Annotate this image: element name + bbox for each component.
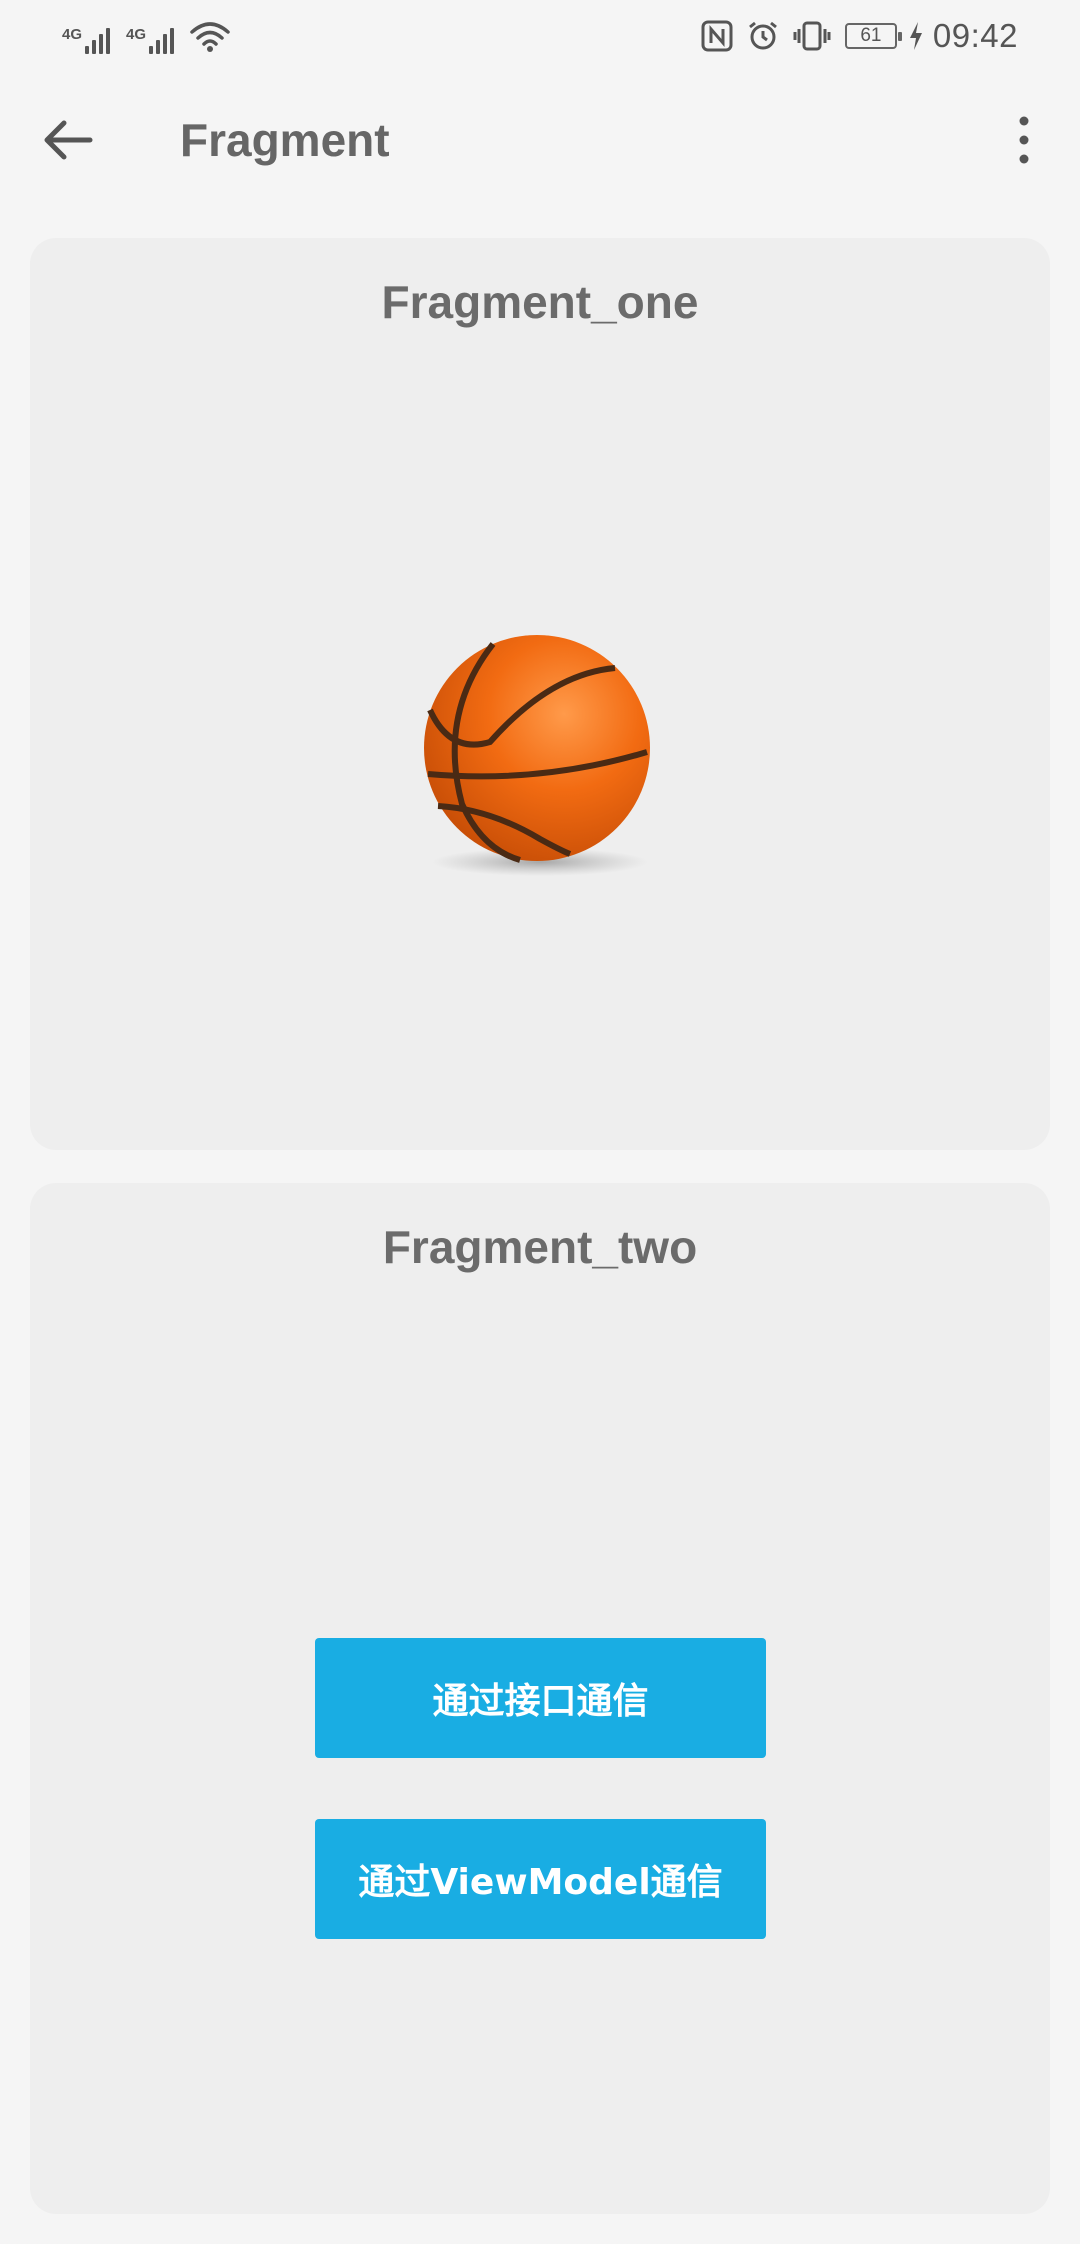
fragment-two-card: Fragment_two 通过接口通信 通过ViewModel通信 (30, 1183, 1050, 2214)
signal-bars-icon (146, 28, 174, 54)
fragment-one-card: Fragment_one (30, 238, 1050, 1150)
cell-signal-2: 4G (126, 26, 174, 54)
charging-icon (909, 22, 923, 50)
clock: 09:42 (932, 17, 1018, 54)
arrow-back-icon (44, 120, 93, 160)
more-vert-icon (1019, 116, 1029, 164)
fragment-one-title: Fragment_one (381, 276, 699, 328)
status-left: 4G 4G (62, 18, 230, 54)
interface-communication-button[interactable]: 通过接口通信 (315, 1638, 766, 1758)
app-bar: Fragment (0, 96, 1080, 184)
fragment-two-title: Fragment_two (382, 1221, 698, 1273)
wifi-icon (190, 20, 230, 54)
cell-signal-1: 4G (62, 26, 110, 54)
status-right: 61 09:42 (687, 14, 1018, 58)
vibrate-icon (793, 20, 831, 52)
battery-level: 61 (844, 23, 902, 49)
back-button[interactable] (28, 108, 108, 172)
nfc-icon (701, 20, 733, 52)
network-type-1: 4G (62, 26, 83, 43)
viewmodel-communication-button[interactable]: 通过ViewModel通信 (315, 1819, 766, 1939)
signal-bars-icon (82, 28, 110, 54)
network-type-2: 4G (126, 26, 147, 43)
alarm-icon (747, 20, 779, 52)
status-bar: 4G 4G 61 09:42 (0, 0, 1080, 72)
basketball-image (420, 634, 660, 884)
overflow-menu-button[interactable] (1004, 108, 1044, 172)
battery-icon: 61 (844, 23, 902, 49)
page-title: Fragment (180, 114, 390, 166)
